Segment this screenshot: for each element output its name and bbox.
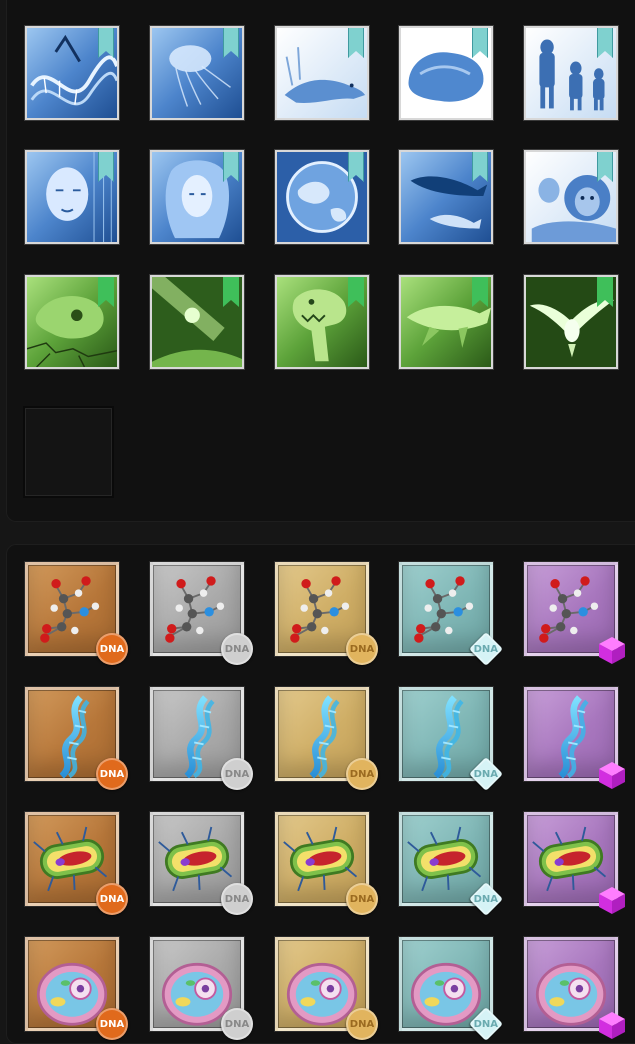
badge-label: DNA [473, 768, 499, 780]
gold-coin-badge: DNA [346, 1008, 378, 1040]
silver-coin-badge: DNA [221, 633, 253, 665]
silver-dna-card[interactable]: DNA [150, 687, 253, 790]
silver-bacterium-card[interactable]: DNA [150, 812, 253, 915]
comet-card[interactable] [150, 275, 244, 369]
bronze-coin-badge: DNA [96, 1008, 128, 1040]
early-humans-card[interactable] [524, 26, 618, 120]
silver-coin-badge: DNA [221, 758, 253, 790]
gold-cell-card[interactable]: DNA [275, 937, 378, 1040]
digital-face-card[interactable] [25, 150, 119, 244]
gold-molecule-card[interactable]: DNA [275, 562, 378, 665]
bronze-bacterium-card[interactable]: DNA [25, 812, 128, 915]
cube-icon [599, 1012, 625, 1039]
purple-cell-card[interactable] [524, 937, 625, 1039]
purple-molecule-card[interactable] [524, 562, 625, 664]
teal-cell-card[interactable]: DNA [399, 937, 503, 1041]
purple-cube-badge [597, 885, 627, 915]
gold-coin-badge: DNA [346, 883, 378, 915]
rock-card[interactable] [399, 26, 493, 120]
silver-coin-badge: DNA [221, 1008, 253, 1040]
badge-label: DNA [473, 643, 499, 655]
cube-icon [599, 762, 625, 789]
purple-dna-card[interactable] [524, 687, 625, 789]
gold-bacterium-card[interactable]: DNA [275, 812, 378, 915]
purple-cube-badge [597, 635, 627, 665]
whales-card[interactable] [399, 150, 493, 244]
bronze-coin-badge: DNA [96, 758, 128, 790]
earth-globe-card[interactable] [275, 150, 369, 244]
empty-card-slot[interactable] [23, 406, 114, 498]
purple-cube-badge [597, 760, 627, 790]
bird-card[interactable] [524, 275, 618, 369]
cube-icon [599, 887, 625, 914]
gold-coin-badge: DNA [346, 758, 378, 790]
silver-coin-badge: DNA [221, 883, 253, 915]
sea-reptile-card[interactable] [399, 275, 493, 369]
jellyfish-card[interactable] [150, 26, 244, 120]
purple-bacterium-card[interactable] [524, 812, 625, 914]
badge-label: DNA [473, 1018, 499, 1030]
silver-molecule-card[interactable]: DNA [150, 562, 253, 665]
bronze-dna-card[interactable]: DNA [25, 687, 128, 790]
lions-card[interactable] [524, 150, 618, 244]
teal-molecule-card[interactable]: DNA [399, 562, 503, 666]
bronze-cell-card[interactable]: DNA [25, 937, 128, 1040]
bronze-coin-badge: DNA [96, 883, 128, 915]
gold-dna-card[interactable]: DNA [275, 687, 378, 790]
bronze-molecule-card[interactable]: DNA [25, 562, 128, 665]
gold-coin-badge: DNA [346, 633, 378, 665]
dinosaur-skull-card[interactable] [25, 275, 119, 369]
purple-cube-badge [597, 1010, 627, 1040]
dna-strand-card[interactable] [25, 26, 119, 120]
amphibian-card[interactable] [275, 26, 369, 120]
bronze-coin-badge: DNA [96, 633, 128, 665]
cyber-woman-card[interactable] [150, 150, 244, 244]
t-rex-card[interactable] [275, 275, 369, 369]
teal-dna-card[interactable]: DNA [399, 687, 503, 791]
badge-label: DNA [473, 893, 499, 905]
silver-cell-card[interactable]: DNA [150, 937, 253, 1040]
teal-bacterium-card[interactable]: DNA [399, 812, 503, 916]
cube-icon [599, 637, 625, 664]
